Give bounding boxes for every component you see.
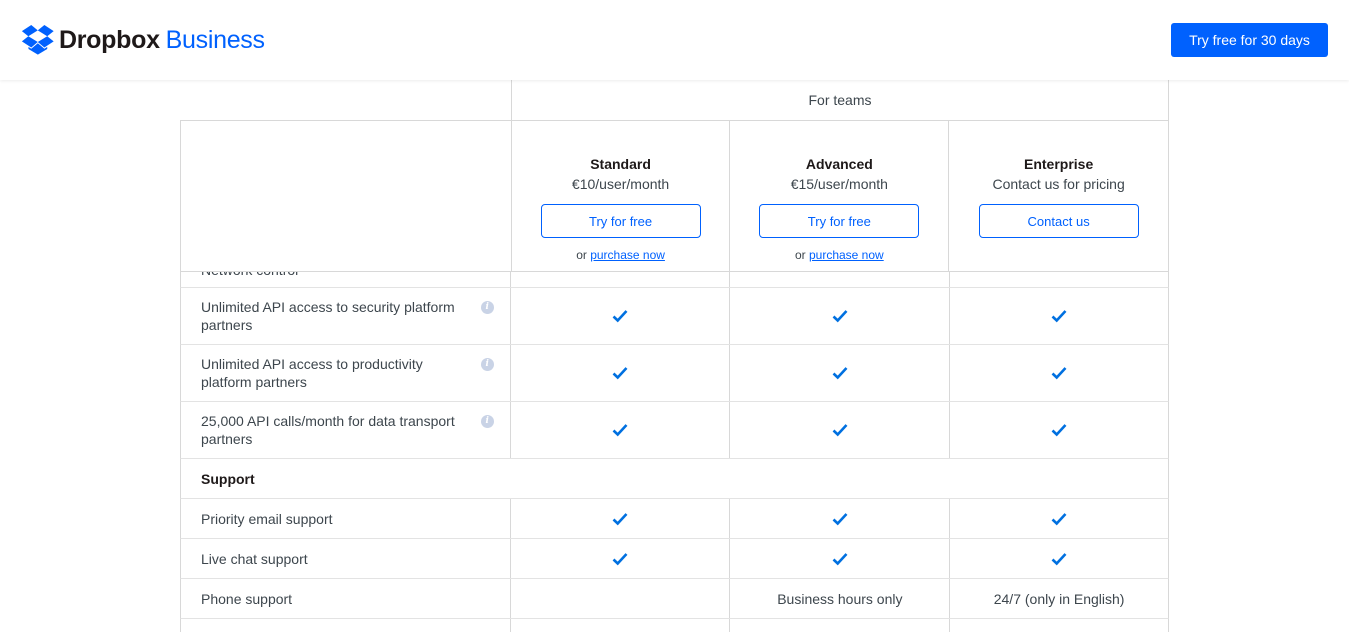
- checkmark-icon: [612, 310, 628, 323]
- feature-cell-advanced: [730, 288, 951, 344]
- advanced-try-for-free-button[interactable]: Try for free: [759, 204, 920, 238]
- plan-advanced: Advanced €15/user/month Try for free or …: [730, 121, 950, 271]
- feature-cell-advanced: [730, 539, 951, 578]
- enterprise-contact-us-button[interactable]: Contact us: [978, 204, 1139, 238]
- support-section-header: Support: [180, 459, 1169, 499]
- plan-name: Enterprise: [1024, 156, 1094, 172]
- feature-cell-standard: [511, 579, 731, 618]
- plan-standard: Standard €10/user/month Try for free or …: [512, 121, 731, 271]
- plan-price: Contact us for pricing: [992, 176, 1125, 192]
- feature-rows: Network control Unlimited API access to …: [180, 271, 1169, 632]
- feature-label: Network control: [181, 271, 511, 287]
- info-icon[interactable]: i: [480, 358, 494, 371]
- table-row: Unlimited API access to productivity pla…: [180, 345, 1169, 402]
- checkmark-icon: [1051, 424, 1067, 437]
- table-row: Network control: [180, 271, 1169, 288]
- feature-label: Unlimited API access to security platfor…: [181, 288, 511, 344]
- dropbox-logo-icon: [21, 25, 54, 55]
- checkmark-icon: [612, 512, 628, 525]
- table-row: Phone support Business hours only 24/7 (…: [180, 579, 1169, 619]
- plan-price: €15/user/month: [790, 176, 888, 192]
- feature-label: [181, 619, 511, 632]
- checkmark-icon: [832, 512, 848, 525]
- purchase-line: or purchase now: [730, 248, 948, 262]
- table-row: [180, 619, 1169, 632]
- info-icon[interactable]: i: [480, 415, 494, 428]
- feature-cell-enterprise: [950, 539, 1168, 578]
- standard-try-for-free-button[interactable]: Try for free: [540, 204, 701, 238]
- feature-cell-advanced: [730, 271, 951, 287]
- plans-header-empty-cell: [181, 121, 512, 271]
- feature-cell-standard: [511, 499, 731, 538]
- feature-label: Phone support: [181, 579, 511, 618]
- plans-header-row: Standard €10/user/month Try for free or …: [180, 120, 1169, 272]
- feature-cell-standard: [511, 271, 731, 287]
- checkmark-icon: [612, 552, 628, 565]
- feature-cell-enterprise: [950, 402, 1168, 458]
- feature-label: 25,000 API calls/month for data transpor…: [181, 402, 511, 458]
- checkmark-icon: [1051, 512, 1067, 525]
- table-row: Priority email support: [180, 499, 1169, 539]
- section-title: Support: [201, 470, 255, 487]
- checkmark-icon: [612, 367, 628, 380]
- checkmark-icon: [1051, 552, 1067, 565]
- feature-cell-standard: [511, 539, 731, 578]
- feature-cell-standard: [511, 402, 731, 458]
- feature-cell-standard: [511, 345, 731, 401]
- feature-cell-standard: [511, 619, 731, 632]
- feature-cell-standard: [511, 288, 731, 344]
- logo-business-label: Business: [165, 25, 265, 54]
- table-row: Live chat support: [180, 539, 1169, 579]
- checkmark-icon: [832, 424, 848, 437]
- try-free-30-days-button[interactable]: Try free for 30 days: [1171, 23, 1328, 57]
- checkmark-icon: [832, 310, 848, 323]
- feature-cell-enterprise: [950, 345, 1168, 401]
- advanced-purchase-now-link[interactable]: purchase now: [809, 248, 884, 262]
- info-icon[interactable]: i: [480, 301, 494, 314]
- checkmark-icon: [1051, 310, 1067, 323]
- feature-cell-enterprise: [950, 499, 1168, 538]
- feature-label: Live chat support: [181, 539, 511, 578]
- standard-purchase-now-link[interactable]: purchase now: [590, 248, 665, 262]
- logo-wordmark: Dropbox: [59, 25, 160, 54]
- purchase-prefix: or: [576, 248, 587, 262]
- checkmark-icon: [612, 424, 628, 437]
- checkmark-icon: [1051, 367, 1067, 380]
- plan-name: Advanced: [805, 156, 873, 172]
- purchase-prefix: or: [794, 248, 806, 262]
- for-teams-group-header: For teams: [511, 80, 1169, 121]
- checkmark-icon: [832, 367, 848, 380]
- feature-cell-advanced: Business hours only: [730, 579, 951, 618]
- plan-enterprise: Enterprise Contact us for pricing Contac…: [949, 121, 1168, 271]
- table-row: 25,000 API calls/month for data transpor…: [180, 402, 1169, 459]
- feature-cell-advanced: [730, 619, 951, 632]
- top-header: Dropbox Business Try free for 30 days: [0, 0, 1349, 80]
- feature-cell-enterprise: [950, 288, 1168, 344]
- feature-cell-advanced: [730, 499, 951, 538]
- feature-cell-advanced: [730, 345, 951, 401]
- plan-price: €10/user/month: [571, 176, 670, 192]
- table-row: Unlimited API access to security platfor…: [180, 288, 1169, 345]
- feature-label: Priority email support: [181, 499, 511, 538]
- feature-cell-enterprise: [950, 619, 1168, 632]
- plan-name: Standard: [590, 156, 651, 172]
- feature-cell-enterprise: [950, 271, 1168, 287]
- feature-cell-advanced: [730, 402, 951, 458]
- feature-cell-enterprise: 24/7 (only in English): [993, 590, 1125, 607]
- dropbox-business-logo[interactable]: Dropbox Business: [21, 25, 265, 55]
- feature-label: Unlimited API access to productivity pla…: [181, 345, 511, 401]
- purchase-line: or purchase now: [512, 248, 730, 262]
- checkmark-icon: [832, 552, 848, 565]
